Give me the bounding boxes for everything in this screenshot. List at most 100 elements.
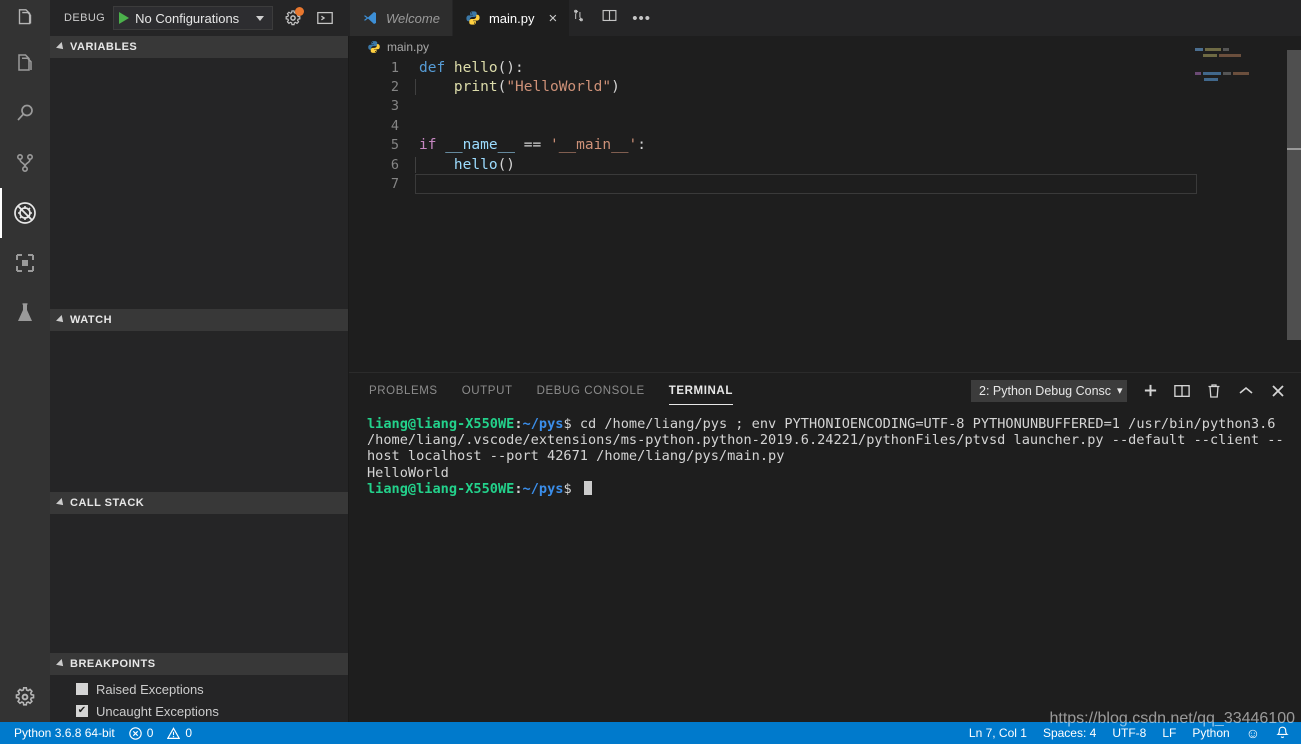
- code-token: :: [637, 137, 647, 154]
- code-line[interactable]: 5 if __name__ == '__main__':: [349, 136, 1301, 155]
- tab-terminal[interactable]: TERMINAL: [668, 373, 734, 408]
- code-token: '__main__': [549, 137, 638, 154]
- code-editor-content[interactable]: 1 def hello(): 2 print("HelloWorld") 3 4 5i…: [349, 58, 1301, 194]
- code-line[interactable]: 6 hello(): [349, 155, 1301, 174]
- panel-header: PROBLEMS OUTPUT DEBUG CONSOLE TERMINAL 2…: [349, 373, 1301, 408]
- checkbox-unchecked-icon[interactable]: [76, 683, 88, 695]
- panel-tab-label: TERMINAL: [668, 384, 733, 397]
- sidebar-item-search[interactable]: [0, 88, 50, 138]
- terminal-content[interactable]: liang@liang-X550WE:~/pys$ cd /home/liang…: [349, 408, 1301, 722]
- code-line[interactable]: 1 def hello():: [349, 58, 1301, 77]
- checkbox-checked-icon[interactable]: ✔: [76, 705, 88, 717]
- indent-guide: [415, 156, 416, 173]
- editor[interactable]: main.py 1 def hello(): 2 print("HelloWorld…: [349, 36, 1301, 372]
- minimap-row: [1195, 78, 1287, 81]
- debug-toolbar-label: DEBUG: [64, 12, 106, 24]
- terminal-prompt-dollar: $: [563, 416, 580, 432]
- status-python-interpreter[interactable]: Python 3.6.8 64-bit: [14, 726, 115, 740]
- breadcrumb-file: main.py: [387, 40, 430, 54]
- chevron-down-icon[interactable]: [56, 42, 66, 52]
- pane-body-watch: [50, 331, 348, 493]
- files-icon: [18, 9, 32, 25]
- status-encoding[interactable]: UTF-8: [1112, 726, 1146, 740]
- status-cursor-position[interactable]: Ln 7, Col 1: [969, 726, 1027, 740]
- code-line[interactable]: 3: [349, 97, 1301, 116]
- play-icon[interactable]: [119, 12, 130, 24]
- tab-debug-console[interactable]: DEBUG CONSOLE: [537, 373, 645, 408]
- editor-vertical-scrollbar[interactable]: [1287, 36, 1301, 372]
- line-number: 2: [390, 79, 399, 96]
- new-terminal-icon[interactable]: [1141, 382, 1159, 400]
- more-actions-icon[interactable]: •••: [632, 11, 651, 26]
- tab-problems[interactable]: PROBLEMS: [369, 373, 438, 408]
- split-terminal-icon[interactable]: [1173, 382, 1191, 400]
- workbench-body: VARIABLES WATCH CALL STACK BREAKPOINTS R…: [0, 36, 1301, 722]
- terminal-prompt-line: liang@liang-X550WE:~/pys$: [367, 480, 1289, 497]
- vscode-window: DEBUG No Configurations Welcome main.py …: [0, 0, 1301, 744]
- chevron-down-icon[interactable]: [56, 498, 66, 508]
- pane-header-variables[interactable]: VARIABLES: [50, 36, 348, 58]
- tab-welcome[interactable]: Welcome: [350, 0, 453, 36]
- pane-breakpoints: BREAKPOINTS Raised Exceptions ✔ Uncaught…: [50, 653, 348, 722]
- terminal-select[interactable]: 2: Python Debug Consc ▾: [971, 379, 1127, 402]
- close-icon[interactable]: ×: [548, 11, 557, 26]
- code-token: (: [497, 79, 507, 96]
- open-launch-settings-button[interactable]: [281, 6, 305, 30]
- code-line[interactable]: 2 print("HelloWorld"): [349, 77, 1301, 96]
- search-icon: [17, 104, 33, 121]
- status-warnings[interactable]: 0: [167, 726, 192, 740]
- minimap[interactable]: [1195, 48, 1287, 108]
- close-panel-icon[interactable]: [1269, 382, 1287, 400]
- open-debug-console-button[interactable]: [313, 6, 337, 30]
- chevron-down-icon[interactable]: ▾: [1117, 384, 1123, 397]
- pane-header-call-stack[interactable]: CALL STACK: [50, 492, 348, 515]
- maximize-panel-icon[interactable]: [1237, 382, 1255, 400]
- line-number: 4: [390, 117, 399, 134]
- debug-configuration-select[interactable]: No Configurations: [113, 6, 274, 30]
- warning-icon: [167, 726, 181, 739]
- chevron-down-icon[interactable]: [56, 315, 66, 326]
- chevron-down-icon[interactable]: [56, 659, 66, 669]
- gear-icon: [15, 687, 35, 706]
- status-errors[interactable]: 0: [128, 726, 153, 740]
- breadcrumb[interactable]: main.py: [349, 36, 1301, 58]
- status-language-mode[interactable]: Python: [1192, 726, 1229, 740]
- breakpoint-uncaught-exceptions[interactable]: ✔ Uncaught Exceptions: [50, 700, 348, 722]
- tab-output[interactable]: OUTPUT: [462, 373, 513, 408]
- pane-variables: VARIABLES: [50, 36, 348, 310]
- tab-main-py[interactable]: main.py ×: [452, 0, 571, 36]
- sidebar-item-source-control[interactable]: [0, 138, 50, 188]
- sync-icon[interactable]: [570, 7, 587, 29]
- pane-header-watch[interactable]: WATCH: [50, 309, 348, 332]
- code-line[interactable]: 7: [349, 174, 1301, 193]
- panel-action-bar: 2: Python Debug Consc ▾: [971, 379, 1301, 402]
- manage-settings-button[interactable]: [0, 672, 50, 722]
- split-editor-icon[interactable]: [601, 7, 618, 29]
- scrollbar-thumb[interactable]: [1287, 50, 1301, 340]
- source-control-icon: [17, 153, 34, 173]
- sidebar-item-extensions[interactable]: [0, 238, 50, 288]
- sidebar-item-test[interactable]: [0, 288, 50, 338]
- minimap-row: [1195, 66, 1287, 69]
- breakpoint-raised-exceptions[interactable]: Raised Exceptions: [50, 678, 348, 700]
- feedback-icon[interactable]: ☺: [1246, 725, 1260, 741]
- status-eol[interactable]: LF: [1162, 726, 1176, 740]
- sidebar-item-debug[interactable]: [0, 188, 50, 238]
- line-number: 1: [390, 59, 399, 76]
- status-warnings-count: 0: [185, 726, 193, 740]
- minimap-row: [1195, 48, 1287, 51]
- line-number: 3: [390, 98, 399, 115]
- pane-header-breakpoints[interactable]: BREAKPOINTS: [50, 653, 348, 675]
- status-indentation[interactable]: Spaces: 4: [1043, 726, 1096, 740]
- code-token: ():: [497, 59, 524, 76]
- kill-terminal-icon[interactable]: [1205, 382, 1223, 400]
- code-token: hello: [453, 59, 498, 76]
- code-line[interactable]: 4: [349, 116, 1301, 135]
- terminal-prompt-colon: :: [514, 416, 523, 432]
- notifications-icon[interactable]: [1276, 726, 1289, 740]
- sidebar-item-explorer[interactable]: [0, 38, 50, 88]
- chevron-down-icon[interactable]: [256, 15, 265, 21]
- minimap-row: [1195, 60, 1287, 63]
